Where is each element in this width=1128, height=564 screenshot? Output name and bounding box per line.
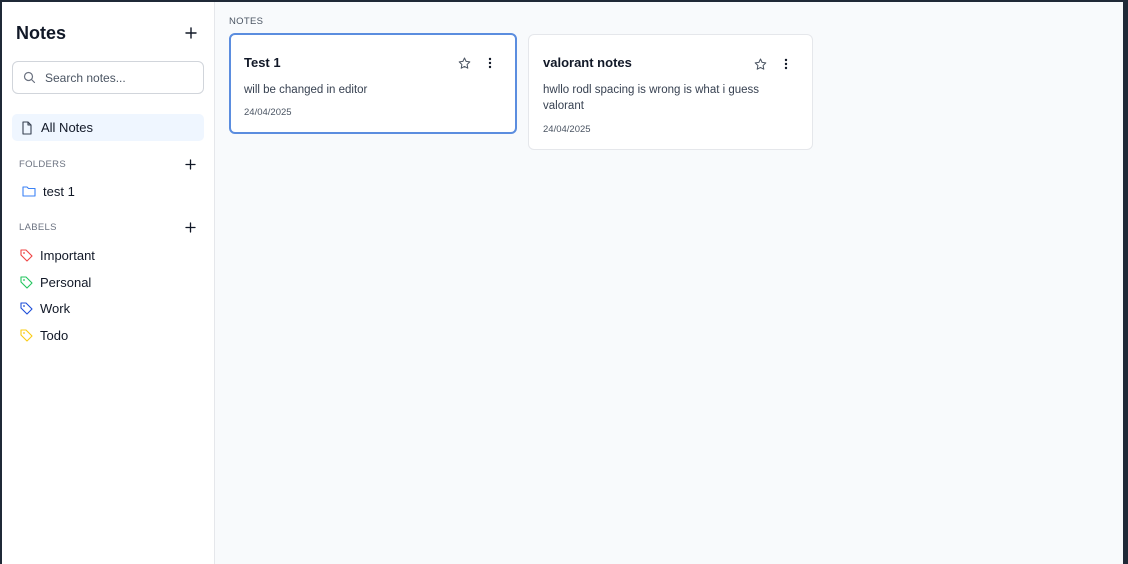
sidebar-item-label-work[interactable]: Work (20, 299, 70, 317)
tag-icon (20, 275, 33, 289)
plus-icon (184, 158, 196, 170)
plus-icon (184, 221, 196, 233)
tag-icon (20, 328, 33, 342)
sidebar-item-label: All Notes (41, 120, 94, 135)
document-icon (22, 120, 32, 135)
sidebar-header: Notes (16, 22, 200, 44)
favorite-button[interactable] (455, 54, 473, 72)
note-card[interactable]: valorant notes hwllo rodl spacing is wro… (528, 34, 813, 150)
note-preview: hwllo rodl spacing is wrong is what i gu… (543, 84, 760, 112)
note-menu-button[interactable] (777, 55, 795, 73)
notes-heading: NOTES (229, 16, 264, 27)
plus-icon (185, 27, 197, 39)
note-date: 24/04/2025 (244, 107, 292, 118)
search-input[interactable] (45, 70, 195, 85)
folder-icon (22, 186, 36, 197)
sidebar-item-folder[interactable]: test 1 (22, 182, 75, 200)
folders-heading: FOLDERS (19, 158, 66, 170)
notes-panel: NOTES Test 1 will be changed in editor 2… (216, 2, 1123, 564)
add-folder-button[interactable] (181, 155, 199, 173)
new-note-button[interactable] (182, 24, 200, 42)
labels-heading: LABELS (19, 221, 57, 233)
note-title: Test 1 (244, 55, 281, 70)
label-name: Important (40, 247, 95, 263)
app-title: Notes (16, 22, 67, 43)
more-vertical-icon (488, 57, 492, 69)
sidebar-item-label-todo[interactable]: Todo (20, 326, 68, 344)
label-name: Todo (40, 327, 69, 343)
label-name: Work (40, 300, 71, 316)
label-name: Personal (40, 274, 92, 290)
note-preview: will be changed in editor (244, 84, 368, 96)
search-icon (23, 71, 36, 84)
sidebar-item-label-important[interactable]: Important (20, 246, 95, 264)
note-date: 24/04/2025 (543, 124, 591, 135)
folder-label: test 1 (43, 183, 75, 199)
app-window: Notes All Notes FOLDERS test 1 LABELS (2, 2, 1123, 564)
note-title: valorant notes (543, 55, 632, 70)
note-card[interactable]: Test 1 will be changed in editor 24/04/2… (229, 33, 517, 134)
more-vertical-icon (784, 58, 788, 70)
sidebar-item-all-notes[interactable]: All Notes (12, 114, 204, 141)
labels-section-header: LABELS (19, 220, 199, 234)
note-menu-button[interactable] (481, 54, 499, 72)
search-box[interactable] (12, 61, 204, 94)
folders-section-header: FOLDERS (19, 157, 199, 171)
sidebar: Notes All Notes FOLDERS test 1 LABELS (2, 2, 215, 564)
sidebar-item-label-personal[interactable]: Personal (20, 273, 91, 291)
note-actions (455, 54, 499, 72)
star-icon (458, 57, 470, 69)
tag-icon (20, 248, 33, 262)
favorite-button[interactable] (751, 55, 769, 73)
star-icon (754, 58, 766, 70)
add-label-button[interactable] (181, 218, 199, 236)
tag-icon (20, 301, 33, 315)
note-actions (751, 55, 795, 73)
